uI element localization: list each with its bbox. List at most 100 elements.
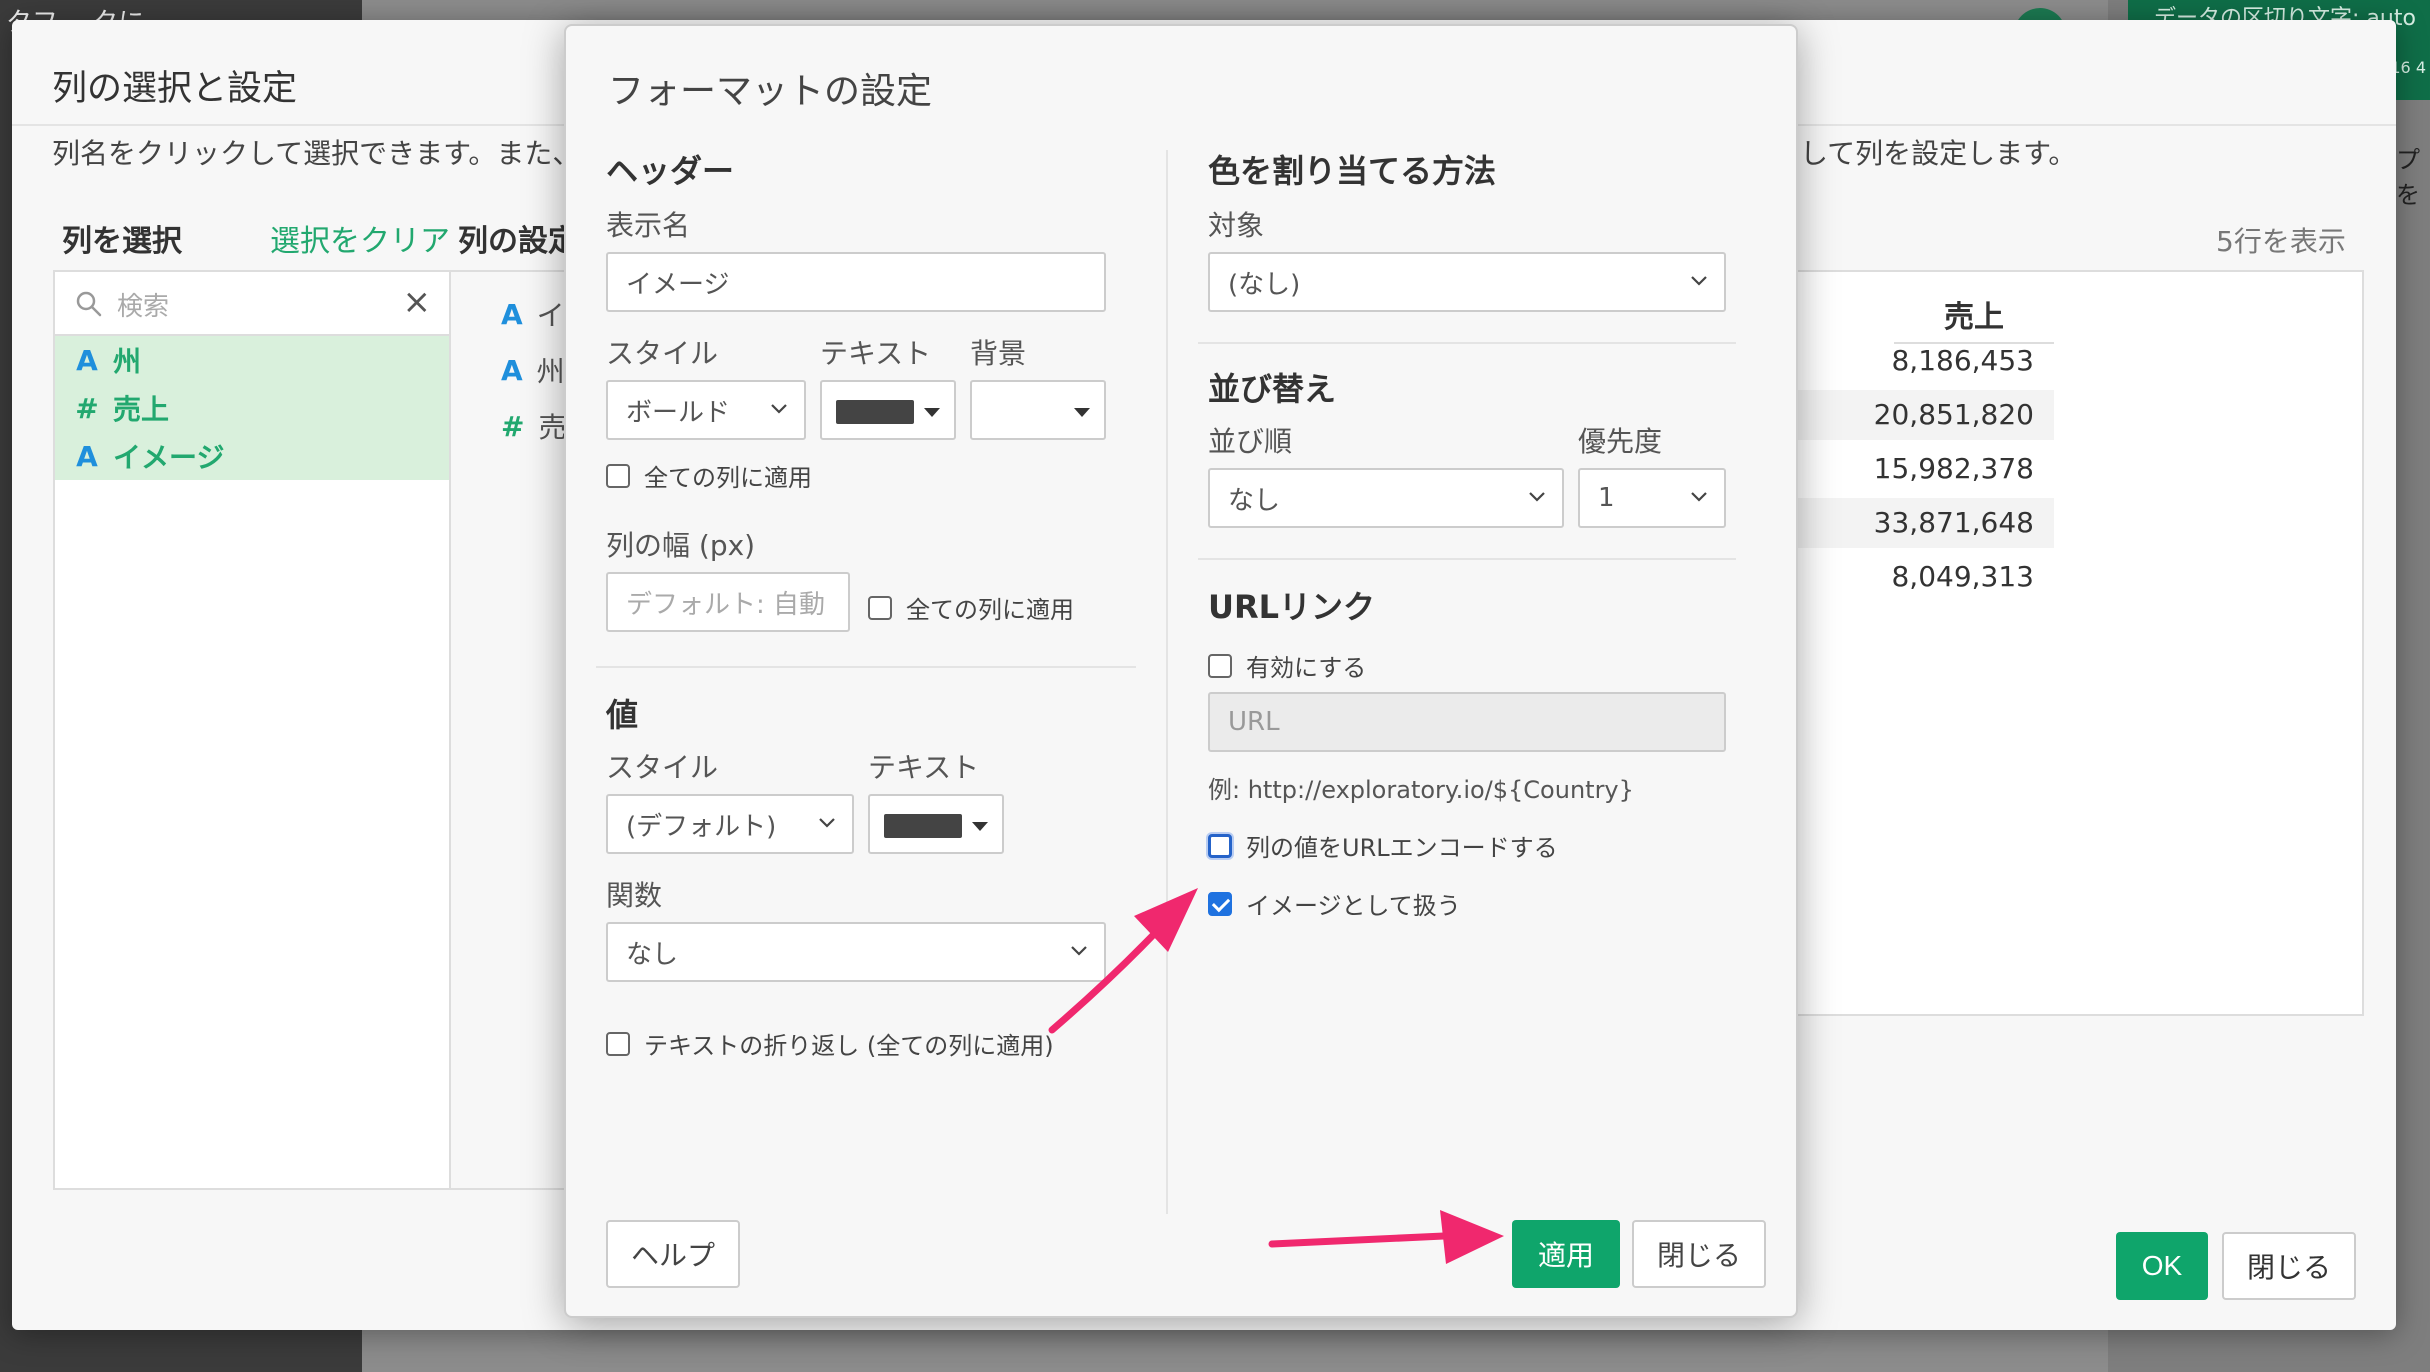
checkbox-label: イメージとして扱う <box>1246 892 1461 920</box>
string-type-icon: A <box>501 297 523 331</box>
search-input[interactable]: 検索 <box>117 286 169 323</box>
chevron-down-icon <box>1071 946 1087 956</box>
value-section-heading: 値 <box>606 696 639 734</box>
header-style-value: ボールド <box>626 397 731 428</box>
url-example: 例: http://exploratory.io/${Country} <box>1208 776 1634 804</box>
url-encode-checkbox[interactable]: 列の値をURLエンコードする <box>1208 828 1558 863</box>
sort-priority-select[interactable]: 1 <box>1578 468 1726 528</box>
url-enable-checkbox[interactable]: 有効にする <box>1208 648 1366 683</box>
chevron-down-icon <box>1691 276 1707 286</box>
config-column-name: 州 <box>536 355 565 388</box>
header-style-select[interactable]: ボールド <box>606 380 806 440</box>
chevron-down-icon <box>819 818 835 828</box>
config-column-name: 売 <box>538 411 567 444</box>
color-target-label: 対象 <box>1208 209 1265 242</box>
checkbox-box[interactable] <box>606 1031 630 1056</box>
checkbox-box[interactable] <box>1208 833 1232 858</box>
column-name: 州 <box>113 345 142 378</box>
column-width-label: 列の幅 (px) <box>606 529 756 562</box>
color-swatch <box>836 400 914 424</box>
close-button[interactable]: 閉じる <box>2222 1232 2356 1300</box>
config-column-name: イ <box>536 299 565 332</box>
checkbox-label: 有効にする <box>1246 654 1367 682</box>
column-name: イメージ <box>113 441 225 474</box>
color-section-heading: 色を割り当てる方法 <box>1208 152 1497 190</box>
clear-selection-link[interactable]: 選択をクリア <box>270 216 450 260</box>
header-style-label: スタイル <box>606 337 719 370</box>
preview-cell: 33,871,648 <box>1794 498 2054 548</box>
string-type-icon: A <box>76 343 98 377</box>
column-width-input[interactable]: デフォルト: 自動 <box>606 572 850 632</box>
value-style-value: (デフォルト) <box>626 811 777 842</box>
color-target-select[interactable]: (なし) <box>1208 252 1726 312</box>
value-text-label: テキスト <box>868 751 980 784</box>
sort-order-select[interactable]: なし <box>1208 468 1564 528</box>
chevron-down-icon <box>1691 492 1707 502</box>
value-style-select[interactable]: (デフォルト) <box>606 794 854 854</box>
ok-button[interactable]: OK <box>2116 1232 2208 1300</box>
header-background-color-picker[interactable] <box>970 380 1106 440</box>
data-preview-table: 売上 8,186,453 20,851,820 15,982,378 33,87… <box>1792 270 2364 1016</box>
checkbox-box-checked[interactable] <box>1208 891 1232 916</box>
checkbox-label: テキストの折り返し (全ての列に適用) <box>644 1032 1054 1060</box>
format-dialog-title: フォーマットの設定 <box>608 71 933 112</box>
value-text-color-picker[interactable] <box>868 794 1004 854</box>
width-apply-all-checkbox[interactable]: 全ての列に適用 <box>868 590 1074 625</box>
background-fragment-text: プを <box>2396 146 2420 209</box>
caret-down-icon <box>924 408 940 417</box>
header-background-label: 背景 <box>970 337 1027 370</box>
checkbox-box[interactable] <box>606 463 630 488</box>
display-name-label: 表示名 <box>606 209 691 242</box>
function-select[interactable]: なし <box>606 922 1106 982</box>
function-label: 関数 <box>606 879 663 912</box>
column-divider <box>1166 150 1168 1214</box>
sort-order-value: なし <box>1228 485 1281 516</box>
sort-order-label: 並び順 <box>1208 425 1293 458</box>
treat-as-image-checkbox[interactable]: イメージとして扱う <box>1208 886 1461 921</box>
text-wrap-checkbox[interactable]: テキストの折り返し (全ての列に適用) <box>606 1026 1054 1061</box>
checkbox-label: 列の値をURLエンコードする <box>1246 834 1558 862</box>
select-columns-heading: 列を選択 <box>62 224 182 259</box>
preview-cell: 20,851,820 <box>1794 390 2054 440</box>
sort-priority-value: 1 <box>1598 483 1615 513</box>
clear-search-icon[interactable]: × <box>403 282 432 322</box>
preview-cell: 15,982,378 <box>1873 452 2034 485</box>
column-item[interactable]: A 州 <box>55 336 449 384</box>
config-item[interactable]: A イ <box>451 286 571 342</box>
checkbox-box[interactable] <box>868 595 892 620</box>
config-item[interactable]: A 州 <box>451 342 571 398</box>
number-type-icon: # <box>75 391 99 425</box>
dialog-title: 列の選択と設定 <box>52 69 298 109</box>
header-section-heading: ヘッダー <box>606 152 735 190</box>
section-divider <box>596 666 1136 668</box>
help-button[interactable]: ヘルプ <box>606 1220 740 1288</box>
caret-down-icon <box>972 822 988 831</box>
display-name-input[interactable]: イメージ <box>606 252 1106 312</box>
apply-button[interactable]: 適用 <box>1512 1220 1620 1288</box>
column-search[interactable]: 検索 × <box>55 272 449 336</box>
caret-down-icon <box>1074 408 1090 417</box>
sort-section-heading: 並び替え <box>1208 370 1337 408</box>
column-item[interactable]: # 売上 <box>55 384 449 432</box>
section-divider <box>1198 342 1736 344</box>
sort-priority-label: 優先度 <box>1578 425 1663 458</box>
section-divider <box>1198 558 1736 560</box>
config-item[interactable]: # 売 <box>451 398 571 454</box>
url-input[interactable]: URL <box>1208 692 1726 752</box>
header-apply-all-checkbox[interactable]: 全ての列に適用 <box>606 458 812 493</box>
checkbox-label: 全ての列に適用 <box>644 464 812 492</box>
header-text-label: テキスト <box>820 337 932 370</box>
dialog-description-tail: ーして列を設定します。 <box>1772 137 2077 170</box>
header-text-color-picker[interactable] <box>820 380 956 440</box>
close-button[interactable]: 閉じる <box>1632 1220 1766 1288</box>
string-type-icon: A <box>501 353 523 387</box>
string-type-icon: A <box>76 439 98 473</box>
color-swatch <box>884 814 962 838</box>
color-target-value: (なし) <box>1228 269 1301 300</box>
function-value: なし <box>626 939 679 970</box>
column-item[interactable]: A イメージ <box>55 432 449 480</box>
number-type-icon: # <box>501 409 525 443</box>
checkbox-box[interactable] <box>1208 653 1232 678</box>
chevron-down-icon <box>771 404 787 414</box>
column-name: 売上 <box>113 393 170 426</box>
